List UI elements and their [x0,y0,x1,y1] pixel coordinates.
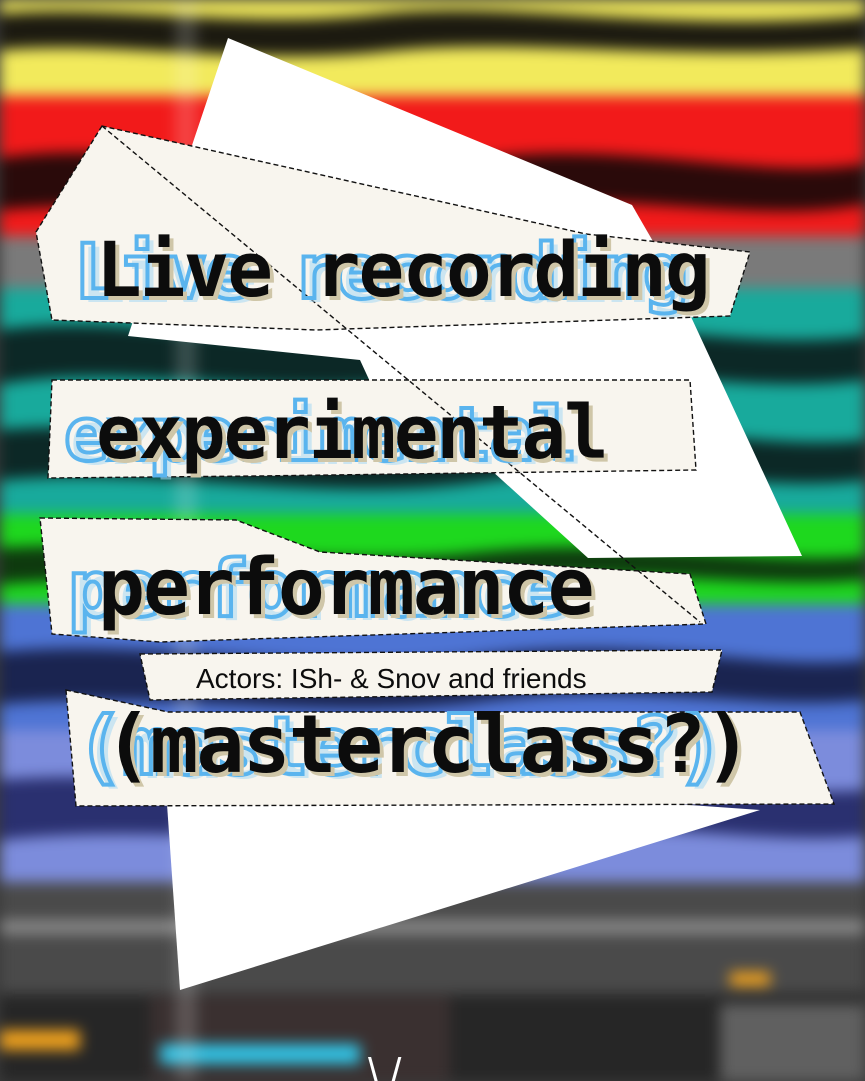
headline-line-1: Live recording Live recording Live recor… [72,225,715,320]
headline-1: Live recording [96,225,709,314]
headline-line-3: performance performance performance perf… [66,543,599,639]
actors-credit: Actors: ISh- & Snov and friends [196,663,587,694]
headline-line-4: (masterclass?) (masterclass?) (mastercla… [74,698,756,797]
headline-line-2: experimental experimental experimental e… [62,390,613,482]
headline-4: (masterclass?) [104,698,750,791]
headline-2: experimental [96,390,607,476]
collage-foreground: Live recording Live recording Live recor… [35,38,836,1081]
bottom-mark: \ / [368,1051,402,1081]
white-shape-bottom [166,790,760,990]
headline-3: performance [98,543,593,633]
poster: Live recording Live recording Live recor… [0,0,865,1081]
